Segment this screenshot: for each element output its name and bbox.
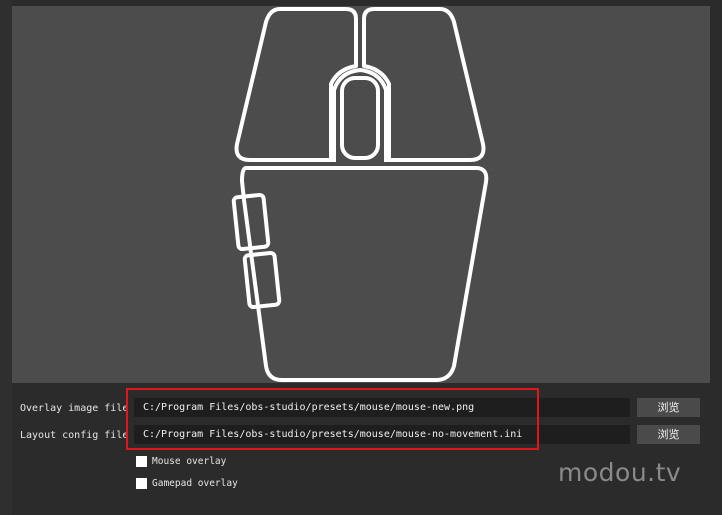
gamepad-overlay-checkbox[interactable] bbox=[136, 477, 147, 489]
scroll-wheel-shape bbox=[340, 76, 380, 160]
overlay-preview bbox=[12, 6, 710, 383]
watermark-text: modou.tv bbox=[558, 458, 682, 487]
mouse-overlay-checkbox[interactable] bbox=[136, 455, 147, 467]
side-panel-edge bbox=[0, 0, 12, 515]
gamepad-overlay-label: Gamepad overlay bbox=[152, 477, 238, 489]
layout-config-label: Layout config file bbox=[20, 430, 128, 441]
layout-config-browse-button[interactable]: 浏览 bbox=[637, 425, 700, 444]
overlay-image-browse-button[interactable]: 浏览 bbox=[637, 398, 700, 417]
gamepad-overlay-option[interactable]: Gamepad overlay bbox=[136, 476, 238, 490]
mouse-body-shape bbox=[240, 166, 489, 382]
side-button-lower bbox=[242, 250, 282, 310]
layout-config-path-input[interactable] bbox=[134, 425, 630, 444]
overlay-image-path-input[interactable] bbox=[134, 398, 630, 417]
mouse-outline-image bbox=[231, 7, 489, 382]
overlay-image-label: Overlay image file bbox=[20, 403, 128, 414]
mouse-overlay-option[interactable]: Mouse overlay bbox=[136, 454, 226, 468]
mouse-overlay-label: Mouse overlay bbox=[152, 455, 227, 467]
